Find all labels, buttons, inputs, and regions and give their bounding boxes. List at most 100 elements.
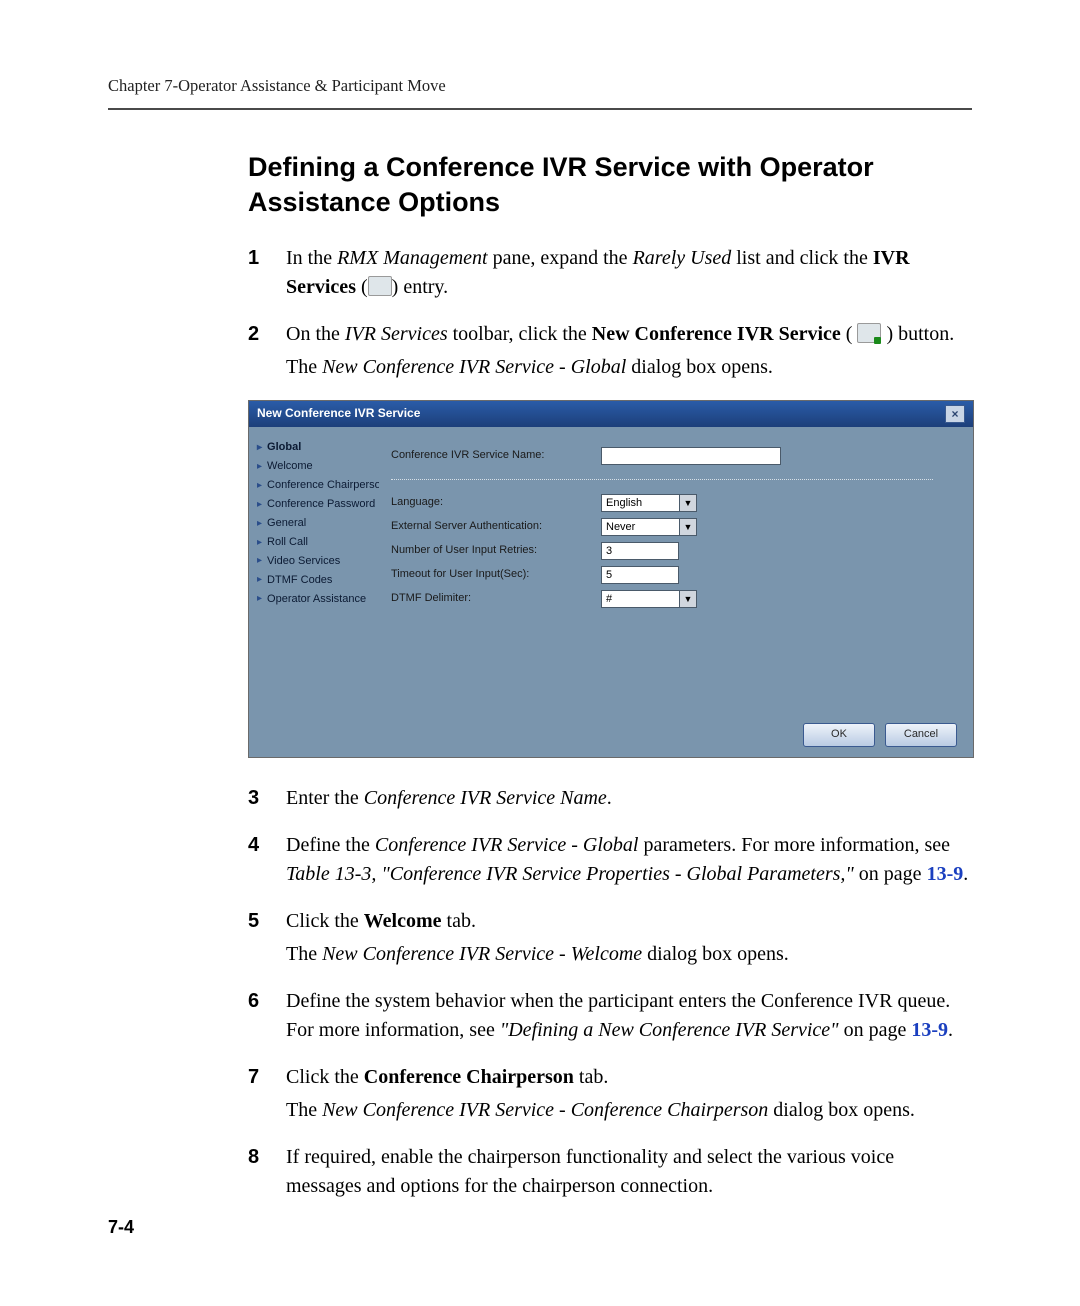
main-content: Defining a Conference IVR Service with O…	[248, 150, 972, 1205]
chevron-right-icon: ▸	[257, 460, 262, 475]
form-divider	[391, 479, 933, 480]
text: toolbar, click the	[448, 323, 592, 345]
section-heading: Defining a Conference IVR Service with O…	[248, 150, 972, 220]
step-body: Define the Conference IVR Service - Glob…	[286, 831, 972, 893]
step-number: 6	[248, 987, 286, 1016]
step-body: In the RMX Management pane, expand the R…	[286, 244, 972, 306]
nav-item-roll-call[interactable]: ▸Roll Call	[257, 535, 373, 551]
nav-item-global[interactable]: ▸ Global	[257, 440, 373, 456]
text: The	[286, 356, 322, 378]
step-7: 7 Click the Conference Chairperson tab. …	[248, 1063, 972, 1129]
step-2: 2 On the IVR Services toolbar, click the…	[248, 320, 972, 386]
text-italic: New Conference IVR Service - Conference …	[322, 1099, 768, 1121]
nav-item-dtmf-codes[interactable]: ▸ DTMF Codes	[257, 573, 373, 589]
step-body: Click the Conference Chairperson tab. Th…	[286, 1063, 972, 1129]
text: Click the	[286, 910, 364, 932]
step-1: 1 In the RMX Management pane, expand the…	[248, 244, 972, 306]
text: Enter the	[286, 787, 364, 809]
text-italic: Conference IVR Service Name	[364, 787, 607, 809]
text: list and click the	[731, 247, 873, 269]
text: on page	[854, 863, 927, 885]
header-rule	[108, 108, 972, 110]
text: ) button.	[881, 323, 954, 345]
dialog-button-bar: OK Cancel	[249, 717, 973, 757]
page-link[interactable]: 13-9	[927, 863, 964, 885]
chevron-right-icon: ▸	[257, 592, 262, 607]
chevron-right-icon: ▸	[257, 441, 262, 456]
service-name-input[interactable]	[601, 447, 781, 465]
step-5: 5 Click the Welcome tab. The New Confere…	[248, 907, 972, 973]
language-select[interactable]: ▼	[601, 494, 697, 512]
step-number: 5	[248, 907, 286, 936]
nav-item-operator-assistance[interactable]: ▸Operator Assistance	[257, 592, 373, 608]
chevron-down-icon[interactable]: ▼	[679, 494, 697, 512]
close-icon[interactable]: ×	[945, 405, 965, 423]
text: parameters. For more information, see	[638, 834, 950, 856]
text: tab.	[574, 1066, 608, 1088]
text: .	[607, 787, 612, 809]
auth-select[interactable]: ▼	[601, 518, 697, 536]
cancel-button[interactable]: Cancel	[885, 723, 957, 747]
step-body: On the IVR Services toolbar, click the N…	[286, 320, 972, 386]
chevron-down-icon[interactable]: ▼	[679, 518, 697, 536]
text-bold: Conference Chairperson	[364, 1066, 574, 1088]
field-row-retries: Number of User Input Retries:	[391, 542, 933, 560]
step-number: 4	[248, 831, 286, 860]
text: tab.	[442, 910, 476, 932]
text: Define the	[286, 834, 375, 856]
chevron-right-icon: ▸	[257, 573, 262, 588]
nav-label: Video Services	[267, 554, 340, 570]
step-4: 4 Define the Conference IVR Service - Gl…	[248, 831, 972, 893]
text: On the	[286, 323, 345, 345]
step-6: 6 Define the system behavior when the pa…	[248, 987, 972, 1049]
step-number: 3	[248, 784, 286, 813]
text: Click the	[286, 1066, 364, 1088]
dialog-title: New Conference IVR Service	[257, 405, 420, 422]
text-italic: New Conference IVR Service - Welcome	[322, 943, 642, 965]
language-value[interactable]	[601, 494, 679, 512]
text-italic: IVR Services	[345, 323, 448, 345]
field-row-name: Conference IVR Service Name:	[391, 447, 933, 465]
chevron-right-icon: ▸	[257, 554, 262, 569]
retries-input[interactable]	[601, 542, 679, 560]
dialog-screenshot: New Conference IVR Service × ▸ Global ▸ We…	[248, 400, 972, 758]
nav-label: DTMF Codes	[267, 573, 332, 589]
ok-button[interactable]: OK	[803, 723, 875, 747]
step-number: 8	[248, 1143, 286, 1172]
chevron-down-icon[interactable]: ▼	[679, 590, 697, 608]
step-8: 8 If required, enable the chairperson fu…	[248, 1143, 972, 1205]
field-label: Language:	[391, 495, 601, 511]
nav-item-conference-password[interactable]: ▸Conference Password	[257, 497, 373, 513]
text: .	[963, 863, 968, 885]
step-body: Enter the Conference IVR Service Name.	[286, 784, 972, 817]
dtmf-select[interactable]: ▼	[601, 590, 697, 608]
nav-item-conference-chairperson[interactable]: ▸Conference Chairperson	[257, 478, 373, 494]
dialog-form: Conference IVR Service Name: Language: ▼…	[379, 427, 973, 717]
timeout-input[interactable]	[601, 566, 679, 584]
dtmf-value[interactable]	[601, 590, 679, 608]
dialog-titlebar: New Conference IVR Service ×	[249, 401, 973, 427]
text-italic: Rarely Used	[633, 247, 732, 269]
auth-value[interactable]	[601, 518, 679, 536]
page-link[interactable]: 13-9	[911, 1019, 948, 1041]
nav-item-welcome[interactable]: ▸ Welcome	[257, 459, 373, 475]
nav-label: Global	[267, 440, 301, 456]
nav-item-general[interactable]: ▸General	[257, 516, 373, 532]
text: pane, expand the	[488, 247, 633, 269]
text: (	[356, 276, 368, 298]
dialog-nav: ▸ Global ▸ Welcome ▸Conference Chairperson…	[249, 427, 379, 717]
nav-item-video-services[interactable]: ▸ Video Services	[257, 554, 373, 570]
field-label: Timeout for User Input(Sec):	[391, 567, 601, 583]
nav-label: General	[267, 516, 306, 532]
page-number: 7-4	[108, 1214, 134, 1240]
text: (	[841, 323, 858, 345]
text-bold: Welcome	[364, 910, 442, 932]
text-italic: New Conference IVR Service - Global	[322, 356, 626, 378]
field-label: Conference IVR Service Name:	[391, 448, 601, 464]
running-header: Chapter 7-Operator Assistance & Particip…	[108, 74, 972, 98]
chevron-right-icon: ▸	[257, 479, 262, 494]
nav-label: Welcome	[267, 459, 313, 475]
text: dialog box opens.	[768, 1099, 915, 1121]
chevron-right-icon: ▸	[257, 536, 262, 551]
field-label: Number of User Input Retries:	[391, 543, 601, 559]
